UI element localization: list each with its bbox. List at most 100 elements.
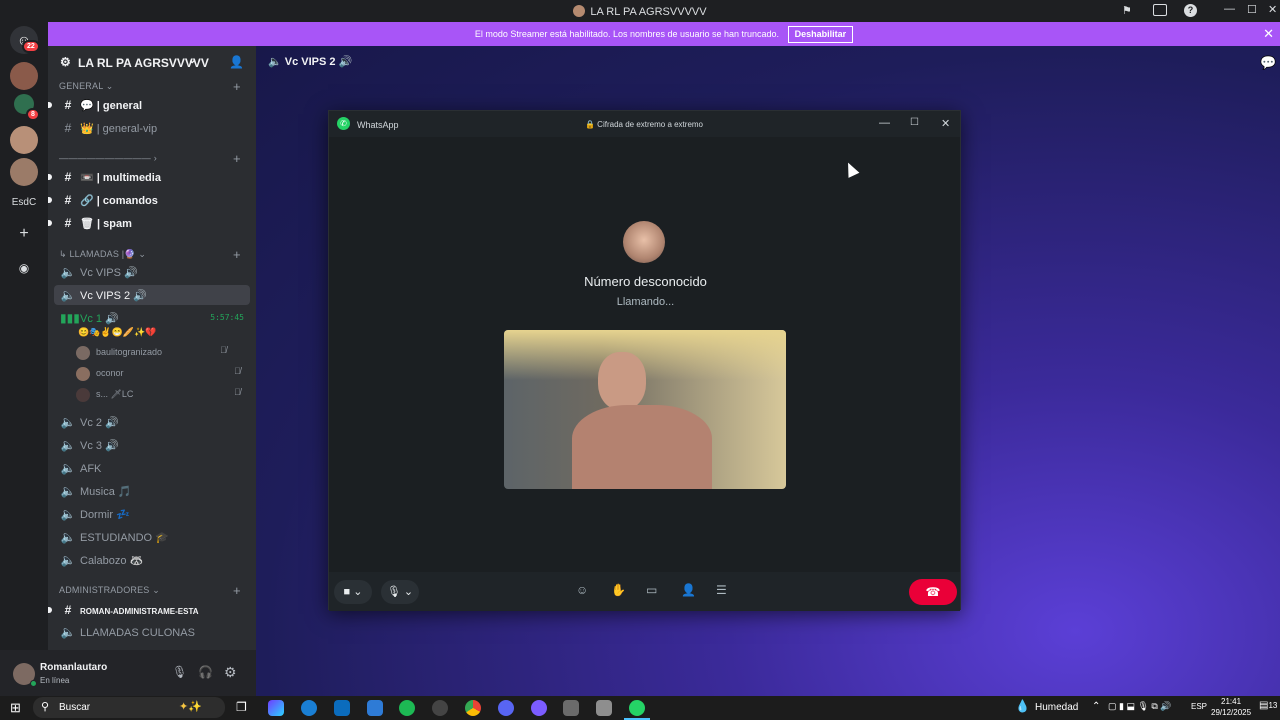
disable-streamer-button[interactable]: Deshabilitar bbox=[787, 26, 854, 43]
speaker-icon: 🔈 bbox=[60, 530, 76, 544]
category-admins[interactable]: ADMINISTRADORES ⌄ + bbox=[59, 583, 241, 598]
channel-general[interactable]: # 💬 | general bbox=[48, 95, 250, 115]
voice-member[interactable]: s... 🗡LC bbox=[76, 384, 133, 404]
tray-chevron-icon[interactable]: ⌃ bbox=[1092, 701, 1100, 712]
maximize-button[interactable]: ☐ bbox=[1247, 3, 1257, 16]
maximize-button[interactable]: ☐ bbox=[910, 117, 919, 128]
captions-icon[interactable]: ☰ bbox=[716, 583, 727, 597]
person-torso bbox=[572, 405, 712, 489]
chat-bubble-icon[interactable]: 💬 bbox=[1260, 55, 1276, 71]
mail-app-icon[interactable] bbox=[367, 700, 383, 716]
copilot-app-icon[interactable] bbox=[268, 700, 284, 716]
channel-sidebar: ⚙ LA RL PA AGRSVVVVV ⌄ 👤 GENERAL ⌄ + # 💬 |… bbox=[48, 46, 256, 650]
channel-spam[interactable]: # 🗑 | spam bbox=[48, 213, 250, 233]
tray-icons[interactable]: ▢ ▮ ⬓ 🎙 ⧉ 🔊 bbox=[1108, 701, 1172, 712]
channel-comandos[interactable]: # 🔗 | comandos bbox=[48, 190, 250, 210]
server-icon[interactable] bbox=[10, 126, 38, 154]
screen-share-icon[interactable]: ▭ bbox=[646, 583, 657, 597]
obs-icon[interactable] bbox=[432, 700, 448, 716]
notification-count: 13 bbox=[1268, 701, 1278, 710]
voice-channel-vc-2[interactable]: 🔈 Vc 2 🔊 bbox=[54, 412, 250, 432]
server-icon[interactable] bbox=[10, 62, 38, 90]
voice-channel-vc-3[interactable]: 🔈 Vc 3 🔊 bbox=[54, 435, 250, 455]
voice-member[interactable]: oconor bbox=[76, 363, 124, 383]
close-banner-icon[interactable]: ✕ bbox=[1263, 22, 1274, 46]
microphone-icon[interactable]: 🎙 bbox=[172, 665, 187, 679]
clock-date[interactable]: 29/12/2025 bbox=[1211, 708, 1251, 717]
voice-member[interactable]: baulitogranizado bbox=[76, 342, 162, 362]
close-window-button[interactable]: ✕ bbox=[1268, 3, 1277, 16]
call-timer: 5:57:45 bbox=[210, 313, 244, 322]
app-icon[interactable] bbox=[531, 700, 547, 716]
minimize-button[interactable]: — bbox=[1224, 3, 1235, 15]
live-audio-icon: ▮▮▮ bbox=[60, 311, 80, 325]
voice-channel-vc-1[interactable]: ▮▮▮Vc 1 🔊 5:57:45 bbox=[54, 308, 250, 328]
guild-header[interactable]: ⚙ LA RL PA AGRSVVVVV ⌄ 👤 bbox=[48, 46, 256, 78]
add-channel-icon[interactable]: + bbox=[233, 79, 241, 94]
windows-taskbar: ⊞ ⚲ Buscar ✦✨ ❐ 💧 Humedad ⌃ ▢ ▮ ⬓ 🎙 ⧉ 🔊 … bbox=[0, 696, 1280, 720]
invite-icon[interactable]: 👤 bbox=[229, 55, 244, 69]
chrome-browser-icon[interactable] bbox=[465, 700, 481, 716]
windows-start-icon[interactable]: ⊞ bbox=[10, 700, 21, 716]
voice-channel-vc-vips[interactable]: 🔈 Vc VIPS 🔊 bbox=[54, 262, 250, 282]
store-app-icon[interactable] bbox=[334, 700, 350, 716]
microphone-toggle-button[interactable]: 🎙 ⌄ bbox=[381, 580, 419, 604]
user-status: En línea bbox=[40, 676, 70, 685]
headphones-icon[interactable]: 🎧 bbox=[198, 665, 213, 679]
channel-header: 🔈 Vc VIPS 2 🔊 bbox=[268, 56, 353, 68]
voice-channel-dormir[interactable]: 🔈 Dormir 💤 bbox=[54, 504, 250, 524]
end-call-button[interactable]: ☎ bbox=[909, 579, 957, 605]
category-divider[interactable]: —————————— › + bbox=[59, 151, 241, 166]
channel-roman-administrame[interactable]: # ROMAN-ADMINISTRAME-ESTA bbox=[48, 600, 250, 620]
call-status: Llamando... bbox=[616, 296, 675, 308]
muted-icon: 🎙̸ bbox=[234, 387, 241, 397]
close-button[interactable]: ✕ bbox=[941, 117, 950, 130]
category-general[interactable]: GENERAL ⌄ + bbox=[59, 79, 241, 94]
add-channel-icon[interactable]: + bbox=[233, 247, 241, 262]
add-participant-icon[interactable]: 👤 bbox=[681, 583, 696, 597]
add-server-icon[interactable]: + bbox=[14, 224, 34, 244]
task-view-icon[interactable]: ❐ bbox=[236, 700, 247, 714]
camera-toggle-button[interactable]: ■ ⌄ bbox=[334, 580, 372, 604]
app-icon[interactable] bbox=[596, 700, 612, 716]
spotify-icon[interactable] bbox=[399, 700, 415, 716]
voice-channel-calabozo[interactable]: 🔈 Calabozo 🦝 bbox=[54, 550, 250, 570]
voice-channel-estudiando[interactable]: 🔈 ESTUDIANDO 🎓 bbox=[54, 527, 250, 547]
notifications-icon[interactable]: ▤13 bbox=[1259, 700, 1277, 711]
flag-icon[interactable]: ⚑ bbox=[1122, 4, 1132, 17]
add-channel-icon[interactable]: + bbox=[233, 151, 241, 166]
server-text-icon[interactable]: EsdC bbox=[0, 197, 48, 208]
category-llamadas[interactable]: ↳ LLAMADAS |🔮 ⌄ + bbox=[59, 247, 241, 262]
search-box[interactable]: ⚲ Buscar ✦✨ bbox=[33, 697, 225, 718]
settings-gear-icon[interactable]: ⚙ bbox=[224, 664, 237, 681]
add-channel-icon[interactable]: + bbox=[233, 583, 241, 598]
person-head bbox=[598, 352, 646, 410]
channel-multimedia[interactable]: # 📼 | multimedia bbox=[48, 167, 250, 187]
raise-hand-icon[interactable]: ✋ bbox=[611, 583, 626, 597]
guild-badge-icon: ⚙ bbox=[60, 55, 71, 69]
voice-channel-musica[interactable]: 🔈 Musica 🎵 bbox=[54, 481, 250, 501]
encryption-label: 🔒 Cifrada de extremo a extremo bbox=[585, 120, 704, 129]
minimize-button[interactable]: — bbox=[879, 117, 890, 129]
voice-channel-afk[interactable]: 🔈 AFK bbox=[54, 458, 250, 478]
clock-time[interactable]: 21:41 bbox=[1221, 697, 1241, 706]
channel-general-vip[interactable]: # 👑 | general-vip bbox=[54, 118, 250, 138]
discover-icon[interactable]: ◉ bbox=[14, 258, 34, 278]
mention-badge: 22 bbox=[22, 40, 40, 53]
active-app-indicator bbox=[624, 715, 650, 720]
username: Romanlautaro bbox=[40, 662, 108, 673]
inbox-icon[interactable] bbox=[1153, 4, 1167, 16]
edge-browser-icon[interactable] bbox=[301, 700, 317, 716]
server-icon[interactable] bbox=[10, 158, 38, 186]
voice-channel-vc-vips-2[interactable]: 🔈 Vc VIPS 2 🔊 bbox=[54, 285, 250, 305]
app-icon[interactable] bbox=[563, 700, 579, 716]
speaker-icon: 🔈 bbox=[268, 56, 285, 68]
weather-label[interactable]: Humedad bbox=[1035, 702, 1078, 713]
language-indicator[interactable]: ESP bbox=[1191, 702, 1207, 711]
online-status-icon bbox=[30, 680, 37, 687]
whatsapp-taskbar-icon[interactable] bbox=[629, 700, 645, 716]
discord-app-icon[interactable] bbox=[498, 700, 514, 716]
emoji-reaction-icon[interactable]: ☺ bbox=[576, 583, 588, 597]
help-icon[interactable]: ? bbox=[1184, 4, 1197, 17]
voice-channel-llamadas-culonas[interactable]: 🔈 LLAMADAS CULONAS bbox=[54, 622, 250, 642]
